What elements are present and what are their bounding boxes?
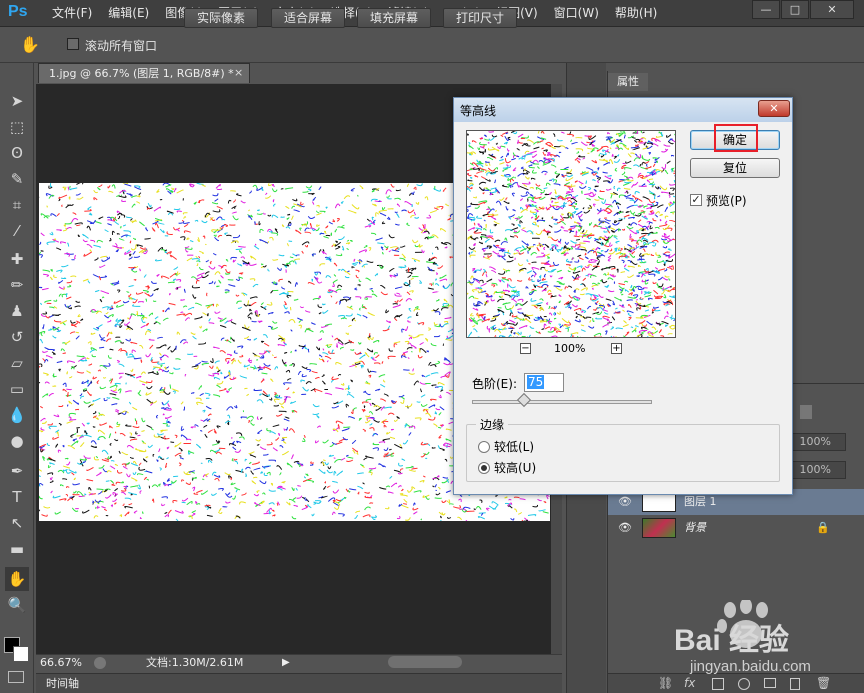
watermark-url: jingyan.baidu.com — [690, 658, 811, 675]
lasso-tool-icon[interactable]: ʘ — [5, 141, 29, 165]
level-slider-track[interactable] — [472, 400, 652, 404]
preview-zoom-level: 100% — [554, 342, 586, 355]
level-input[interactable]: 75 — [524, 373, 564, 392]
hand-tool-icon[interactable]: ✋ — [20, 35, 40, 54]
contour-dialog: 等高线 ✕ − 100% + 确定 复位 ✓ 预览(P) 色阶(E): 75 边… — [453, 97, 793, 495]
shape-tool-icon[interactable]: ▬ — [5, 537, 29, 561]
quick-mask-icon[interactable] — [8, 671, 24, 683]
menu-item-10[interactable]: 帮助(H) — [607, 4, 665, 22]
status-menu-arrow-icon[interactable]: ▶ — [282, 655, 290, 671]
zoom-in-button[interactable]: + — [611, 343, 622, 354]
quick-select-tool-icon[interactable]: ✎ — [5, 167, 29, 191]
ps-logo: Ps — [8, 3, 28, 20]
pen-tool-icon[interactable]: ✒ — [5, 459, 29, 483]
layer-thumbnail — [642, 492, 676, 512]
stamp-tool-icon[interactable]: ♟ — [5, 299, 29, 323]
opacity-field[interactable]: 100% — [790, 433, 846, 451]
reset-button[interactable]: 复位 — [690, 158, 780, 178]
dialog-titlebar[interactable] — [454, 98, 792, 122]
scroll-all-checkbox[interactable] — [67, 38, 79, 50]
info-icon[interactable] — [94, 657, 106, 669]
dodge-tool-icon[interactable]: ● — [5, 429, 29, 453]
document-tab[interactable]: 1.jpg @ 66.7% (图层 1, RGB/8#) * — [38, 63, 250, 83]
properties-tab[interactable]: 属性 — [608, 73, 648, 91]
dialog-close-button[interactable]: ✕ — [758, 100, 790, 117]
marquee-tool-icon[interactable]: ⬚ — [5, 115, 29, 139]
baidu-paw-logo: Bai 经验 — [674, 598, 789, 657]
healing-tool-icon[interactable]: ✚ — [5, 247, 29, 271]
preview-checkbox[interactable]: ✓ — [690, 194, 702, 206]
zoom-out-button[interactable]: − — [520, 343, 531, 354]
edge-upper-radio[interactable] — [478, 462, 490, 474]
type-tool-icon[interactable]: T — [5, 485, 29, 509]
timeline-label[interactable]: 时间轴 — [46, 674, 79, 693]
fill-screen-button[interactable]: 填充屏幕 — [357, 8, 431, 28]
status-bar: 66.67% 文档:1.30M/2.61M ▶ — [36, 654, 562, 671]
preview-label[interactable]: 预览(P) — [706, 192, 747, 209]
layer-thumbnail — [642, 518, 676, 538]
close-button[interactable]: ✕ — [810, 0, 854, 19]
lock-icon: 🔒 — [816, 521, 830, 534]
menu-item-9[interactable]: 窗口(W) — [546, 4, 607, 22]
menu-item-0[interactable]: 文件(F) — [44, 4, 100, 22]
ok-highlight-box — [714, 124, 758, 152]
print-size-button[interactable]: 打印尺寸 — [443, 8, 517, 28]
blur-tool-icon[interactable]: 💧 — [5, 403, 29, 427]
zoom-tool-icon[interactable]: 🔍 — [5, 593, 29, 617]
hand-tool-icon[interactable]: ✋ — [5, 567, 29, 591]
lock-pixels-icon[interactable] — [800, 405, 812, 419]
edge-lower-label[interactable]: 较低(L) — [494, 438, 534, 455]
brand-text: Bai 经验 — [674, 623, 789, 657]
menu-items: 文件(F)编辑(E)图像(I)图层(L)文字(Y)选择(S)滤镜(T)3D(D)… — [44, 4, 665, 22]
history-brush-icon[interactable]: ↺ — [5, 325, 29, 349]
eyedropper-tool-icon[interactable]: ⁄ — [5, 219, 29, 243]
brush-tool-icon[interactable]: ✏ — [5, 273, 29, 297]
path-select-icon[interactable]: ↖ — [5, 511, 29, 535]
layer-row-2[interactable]: 👁 背景 🔒 — [608, 515, 864, 541]
preview-zoom-controls: − 100% + — [516, 342, 626, 356]
edge-upper-label[interactable]: 较高(U) — [494, 459, 536, 476]
photoshop-window: Ps 文件(F)编辑(E)图像(I)图层(L)文字(Y)选择(S)滤镜(T)3D… — [0, 0, 864, 693]
eraser-tool-icon[interactable]: ▱ — [5, 351, 29, 375]
zoom-level[interactable]: 66.67% — [40, 655, 82, 671]
fit-screen-button[interactable]: 适合屏幕 — [271, 8, 345, 28]
minimize-button[interactable]: — — [752, 0, 780, 19]
move-tool-icon[interactable]: ➤ — [5, 89, 29, 113]
level-label: 色阶(E): — [472, 377, 517, 391]
level-value: 75 — [527, 375, 545, 389]
tools-panel: ➤ ⬚ ʘ ✎ ⌗ ⁄ ✚ ✏ ♟ ↺ ▱ ▭ 💧 ● ✒ T ↖ ▬ ✋ 🔍 — [0, 63, 34, 693]
doc-size: 文档:1.30M/2.61M — [146, 656, 244, 669]
menu-item-1[interactable]: 编辑(E) — [100, 4, 157, 22]
background-color[interactable] — [13, 646, 29, 662]
fill-field[interactable]: 100% — [790, 461, 846, 479]
timeline-bar: 时间轴 — [36, 673, 562, 693]
dialog-title: 等高线 — [460, 104, 497, 118]
visibility-eye-icon[interactable]: 👁 — [618, 515, 632, 541]
level-slider-thumb[interactable] — [517, 392, 532, 408]
layer-name: 背景 — [684, 521, 706, 534]
edge-title: 边缘 — [476, 416, 509, 433]
scroll-all-label: 滚动所有窗口 — [85, 39, 158, 53]
filter-preview[interactable] — [466, 130, 676, 338]
maximize-button[interactable]: □ — [781, 0, 809, 19]
gradient-tool-icon[interactable]: ▭ — [5, 377, 29, 401]
close-tab-icon[interactable]: × — [234, 66, 243, 79]
horizontal-scrollbar-thumb[interactable] — [388, 656, 462, 668]
crop-tool-icon[interactable]: ⌗ — [5, 193, 29, 217]
edge-lower-radio[interactable] — [478, 441, 490, 453]
actual-pixels-button[interactable]: 实际像素 — [184, 8, 258, 28]
